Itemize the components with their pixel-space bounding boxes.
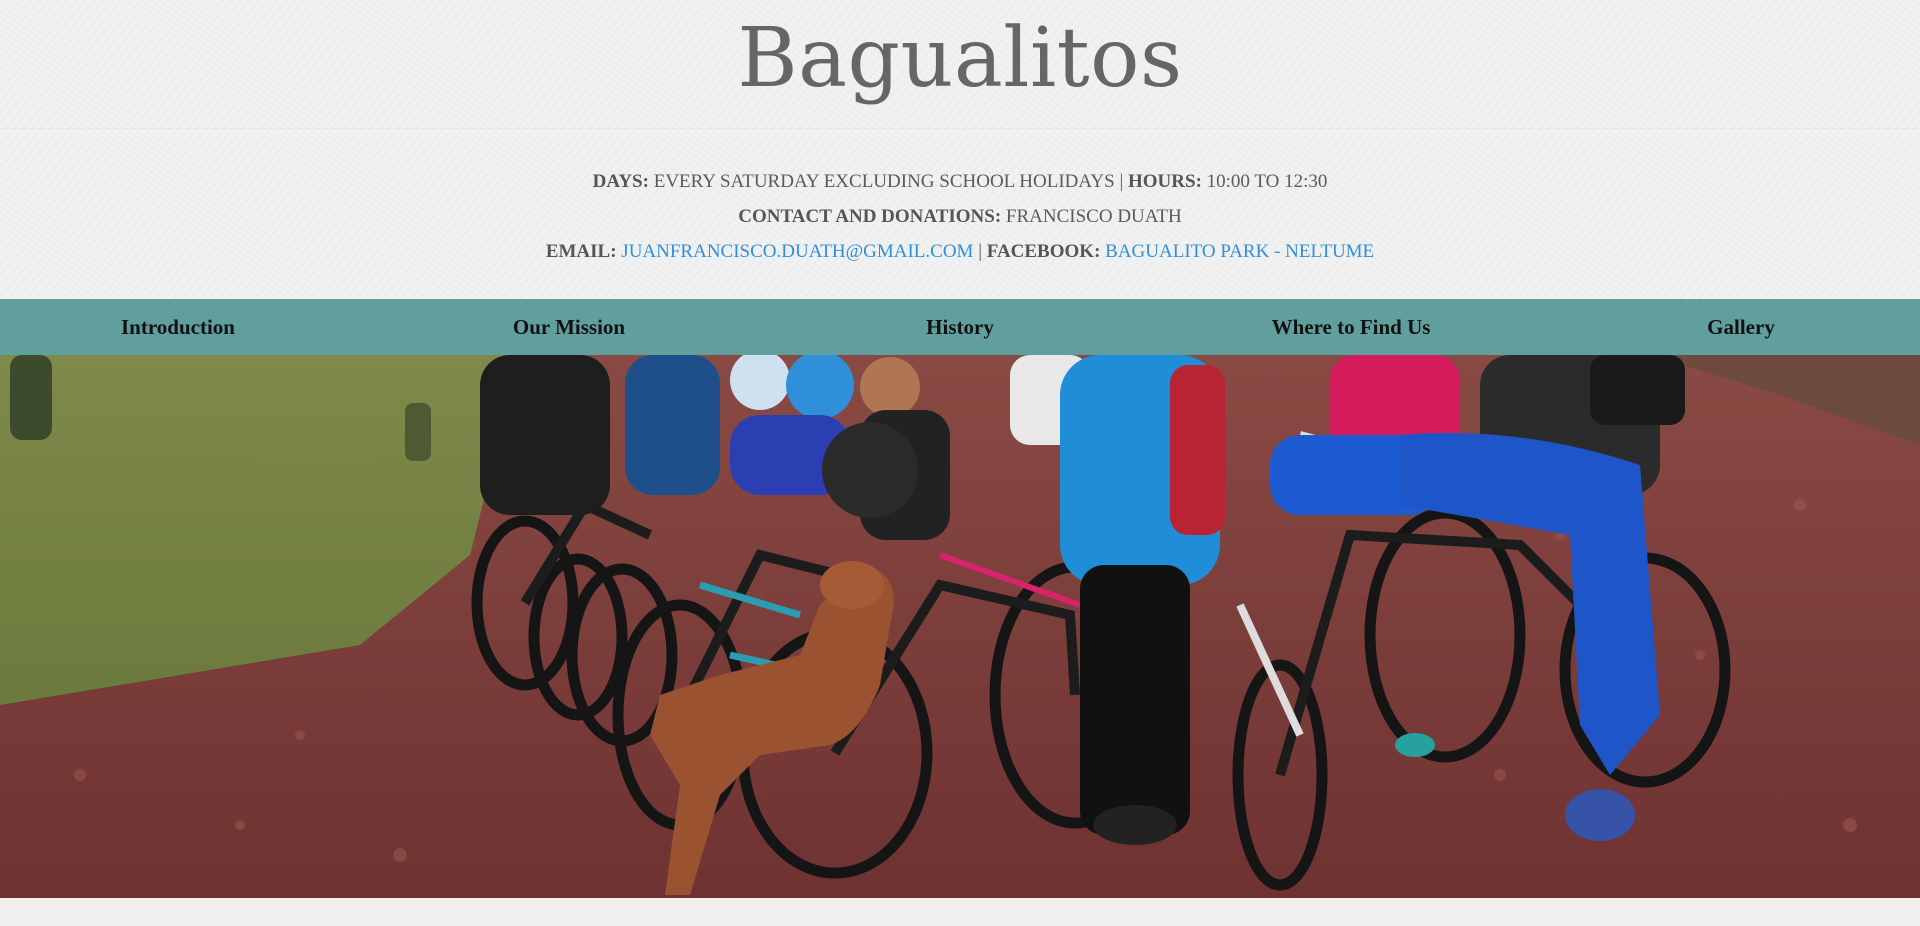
- facebook-label: FACEBOOK:: [986, 241, 1101, 262]
- days-label: DAYS:: [592, 171, 649, 192]
- contact-value: FRANCISCO DUATH: [1005, 206, 1182, 227]
- contact-label: CONTACT AND DONATIONS:: [738, 206, 1002, 227]
- site-header: Bagualitos DAYS: EVERY SATURDAY EXCLUDIN…: [0, 0, 1920, 299]
- nav-item-gallery[interactable]: Gallery: [1707, 315, 1775, 340]
- info-block: DAYS: EVERY SATURDAY EXCLUDING SCHOOL HO…: [0, 164, 1920, 269]
- separator: |: [978, 241, 982, 262]
- email-link[interactable]: JUANFRANCISCO.DUATH@GMAIL.COM: [621, 241, 973, 262]
- hero-photo-children-bikes-dog: [0, 355, 1920, 898]
- nav-item-where-to-find-us[interactable]: Where to Find Us: [1272, 315, 1431, 340]
- hero-image: [0, 355, 1920, 898]
- links-line: EMAIL: JUANFRANCISCO.DUATH@GMAIL.COM | F…: [0, 234, 1920, 269]
- nav-item-introduction[interactable]: Introduction: [121, 315, 235, 340]
- footer-strip: [0, 898, 1920, 926]
- nav-item-history[interactable]: History: [926, 315, 994, 340]
- hours-label: HOURS:: [1128, 171, 1202, 192]
- schedule-line: DAYS: EVERY SATURDAY EXCLUDING SCHOOL HO…: [0, 164, 1920, 199]
- contact-line: CONTACT AND DONATIONS: FRANCISCO DUATH: [0, 199, 1920, 234]
- facebook-link[interactable]: BAGUALITO PARK - NELTUME: [1105, 241, 1374, 262]
- hours-value: 10:00 TO 12:30: [1206, 171, 1328, 192]
- header-divider: [0, 128, 1920, 129]
- email-label: EMAIL:: [545, 241, 617, 262]
- nav-item-our-mission[interactable]: Our Mission: [513, 315, 625, 340]
- separator: |: [1119, 171, 1124, 192]
- main-nav: Introduction Our Mission History Where t…: [0, 299, 1920, 355]
- site-title: Bagualitos: [737, 11, 1183, 106]
- days-value: EVERY SATURDAY EXCLUDING SCHOOL HOLIDAYS: [653, 171, 1115, 192]
